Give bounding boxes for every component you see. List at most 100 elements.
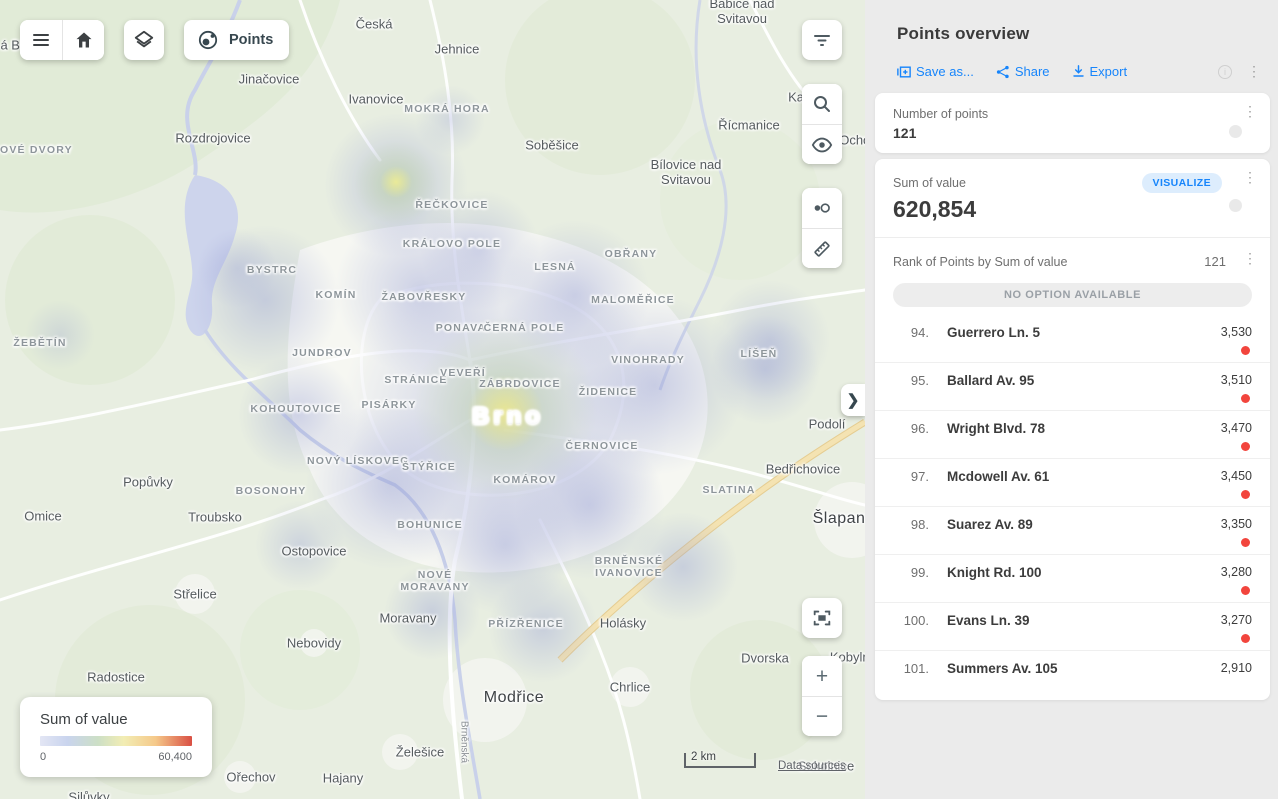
point-color-dot [1241,586,1250,595]
rank-number: 98. [895,517,929,532]
measure-button[interactable] [802,228,842,268]
points-layer-icon [196,28,220,52]
legend-gradient-bar [40,736,192,746]
rank-point-name: Summers Av. 105 [947,661,1058,676]
legend-min: 0 [40,751,46,763]
map-canvas[interactable]: á BíČeskáJehniceJinačoviceIvanoviceMOKRÁ… [0,0,865,799]
search-icon [812,94,832,114]
rank-list-item[interactable]: 97. Mcdowell Av. 61 3,450 [875,458,1270,506]
legend-max: 60,400 [158,751,192,763]
expand-panel-button[interactable]: ❯ [841,384,865,416]
rank-point-name: Knight Rd. 100 [947,565,1042,580]
widget-kebab-menu[interactable] [1242,107,1258,115]
visibility-button[interactable] [802,124,842,164]
menu-button[interactable] [20,20,62,60]
zoom-group: + − [802,656,842,736]
widget-drag-handle[interactable] [1229,199,1242,212]
side-panel: Points overview Save as... Share [865,0,1278,799]
export-label: Export [1090,64,1128,79]
share-label: Share [1015,64,1050,79]
widget-label: Number of points [893,107,1252,121]
plus-icon: + [816,666,828,687]
widget-value: 121 [893,125,1252,141]
menu-home-group [20,20,104,60]
widget-value: 620,854 [893,196,1252,223]
point-color-dot [1241,442,1250,451]
rank-point-value: 3,270 [1221,613,1252,628]
filter-button[interactable] [802,20,842,60]
basemap-graphics [0,0,865,799]
rank-point-value: 3,450 [1221,469,1252,484]
layers-button[interactable] [124,20,164,60]
sum-of-value-widget: Sum of value VISUALIZE 620,854 Rank of P… [875,159,1270,700]
widget-drag-handle[interactable] [1229,125,1242,138]
rank-point-value: 2,910 [1221,661,1252,676]
point-color-dot [1241,634,1250,643]
rank-count: 121 [1204,254,1226,269]
rank-number: 97. [895,469,929,484]
legend-card: Sum of value 0 60,400 [20,697,212,777]
scale-label: 2 km [691,751,716,763]
export-button[interactable]: Export [1072,64,1128,79]
scale-bar: 2 km [684,753,756,768]
save-as-label: Save as... [916,64,974,79]
search-button[interactable] [802,84,842,124]
share-button[interactable]: Share [996,64,1050,79]
point-color-dot [1241,490,1250,499]
rank-list-item[interactable]: 99. Knight Rd. 100 3,280 [875,554,1270,602]
point-color-dot [1241,538,1250,547]
zoom-in-button[interactable]: + [802,656,842,696]
rank-point-name: Evans Ln. 39 [947,613,1030,628]
rank-number: 96. [895,421,929,436]
widget-kebab-menu[interactable] [1242,173,1258,181]
panel-title: Points overview [897,24,1262,44]
rank-list-item[interactable]: 95. Ballard Av. 95 3,510 [875,362,1270,410]
rank-point-value: 3,510 [1221,373,1252,388]
rank-point-value: 3,470 [1221,421,1252,436]
filter-icon [812,30,832,50]
hamburger-icon [31,30,51,50]
data-sources-link[interactable]: Data sources [778,760,846,772]
ruler-icon [811,238,833,260]
minus-icon: − [816,706,828,727]
home-icon [74,30,94,50]
points-layer-button[interactable]: Points [184,20,289,60]
chevron-right-icon: ❯ [847,391,860,409]
rank-list-item[interactable]: 94. Guerrero Ln. 5 3,530 [875,315,1270,362]
zoom-out-button[interactable]: − [802,696,842,736]
no-option-banner: NO OPTION AVAILABLE [893,283,1252,307]
number-of-points-widget: Number of points 121 [875,93,1270,153]
rank-list-item[interactable]: 98. Suarez Av. 89 3,350 [875,506,1270,554]
rank-point-name: Mcdowell Av. 61 [947,469,1049,484]
points-layer-label: Points [229,32,273,48]
rank-list-item[interactable]: 101. Summers Av. 105 2,910 [875,650,1270,690]
zoom-to-extent-button[interactable] [802,598,842,638]
dots-style-icon [811,197,833,219]
legend-title: Sum of value [40,711,192,728]
home-button[interactable] [62,20,104,60]
save-as-button[interactable]: Save as... [897,64,974,79]
rank-number: 95. [895,373,929,388]
rank-number: 99. [895,565,929,580]
rank-point-name: Guerrero Ln. 5 [947,325,1040,340]
widget-kebab-menu[interactable] [1242,254,1258,262]
visualize-badge[interactable]: VISUALIZE [1142,173,1222,193]
rank-number: 94. [895,325,929,340]
point-color-dot [1241,394,1250,403]
panel-kebab-menu[interactable] [1246,67,1262,75]
rank-point-name: Ballard Av. 95 [947,373,1034,388]
style-measure-group [802,188,842,268]
share-icon [996,65,1010,79]
rank-point-name: Wright Blvd. 78 [947,421,1045,436]
layers-icon [133,29,155,51]
widget-label: Sum of value [893,176,966,190]
rank-list-item[interactable]: 100. Evans Ln. 39 3,270 [875,602,1270,650]
point-style-button[interactable] [802,188,842,228]
rank-widget-label: Rank of Points by Sum of value [893,255,1067,269]
info-icon[interactable]: i [1218,65,1232,79]
rank-point-value: 3,350 [1221,517,1252,532]
rank-list-item[interactable]: 96. Wright Blvd. 78 3,470 [875,410,1270,458]
rank-number: 101. [895,661,929,676]
rank-list: 94. Guerrero Ln. 5 3,530 95. Ballard Av.… [875,315,1270,690]
eye-icon [811,134,833,156]
